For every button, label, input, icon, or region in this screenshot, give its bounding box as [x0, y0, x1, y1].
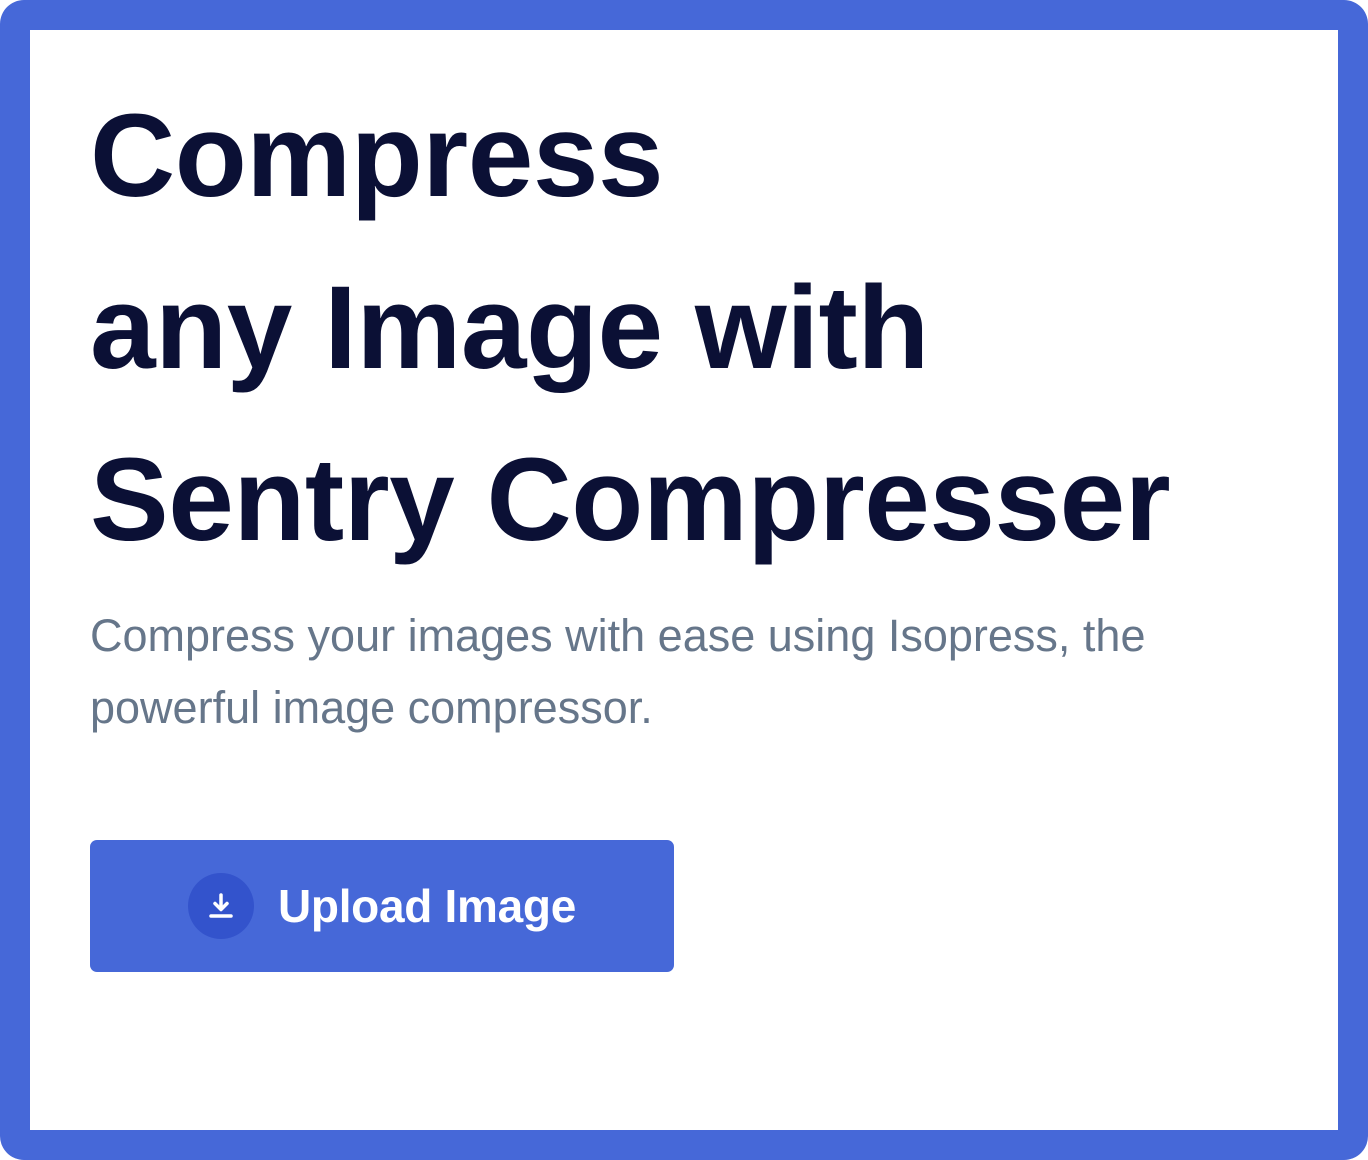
headline-line: Compress — [90, 90, 664, 222]
upload-button-label: Upload Image — [277, 880, 576, 932]
upload-image-button[interactable]: Upload Image — [90, 840, 674, 972]
headline-line: any Image with — [90, 262, 929, 394]
headline-line: Sentry Compresser — [90, 434, 1171, 566]
page-frame: Compress any Image with Sentry Compresse… — [0, 0, 1368, 1160]
hero-subtitle: Compress your images with ease using Iso… — [90, 610, 1146, 733]
download-icon — [187, 873, 254, 939]
hero-headline: Compress any Image with Sentry Compresse… — [90, 70, 1320, 586]
hero-panel: Compress any Image with Sentry Compresse… — [30, 30, 1338, 1130]
